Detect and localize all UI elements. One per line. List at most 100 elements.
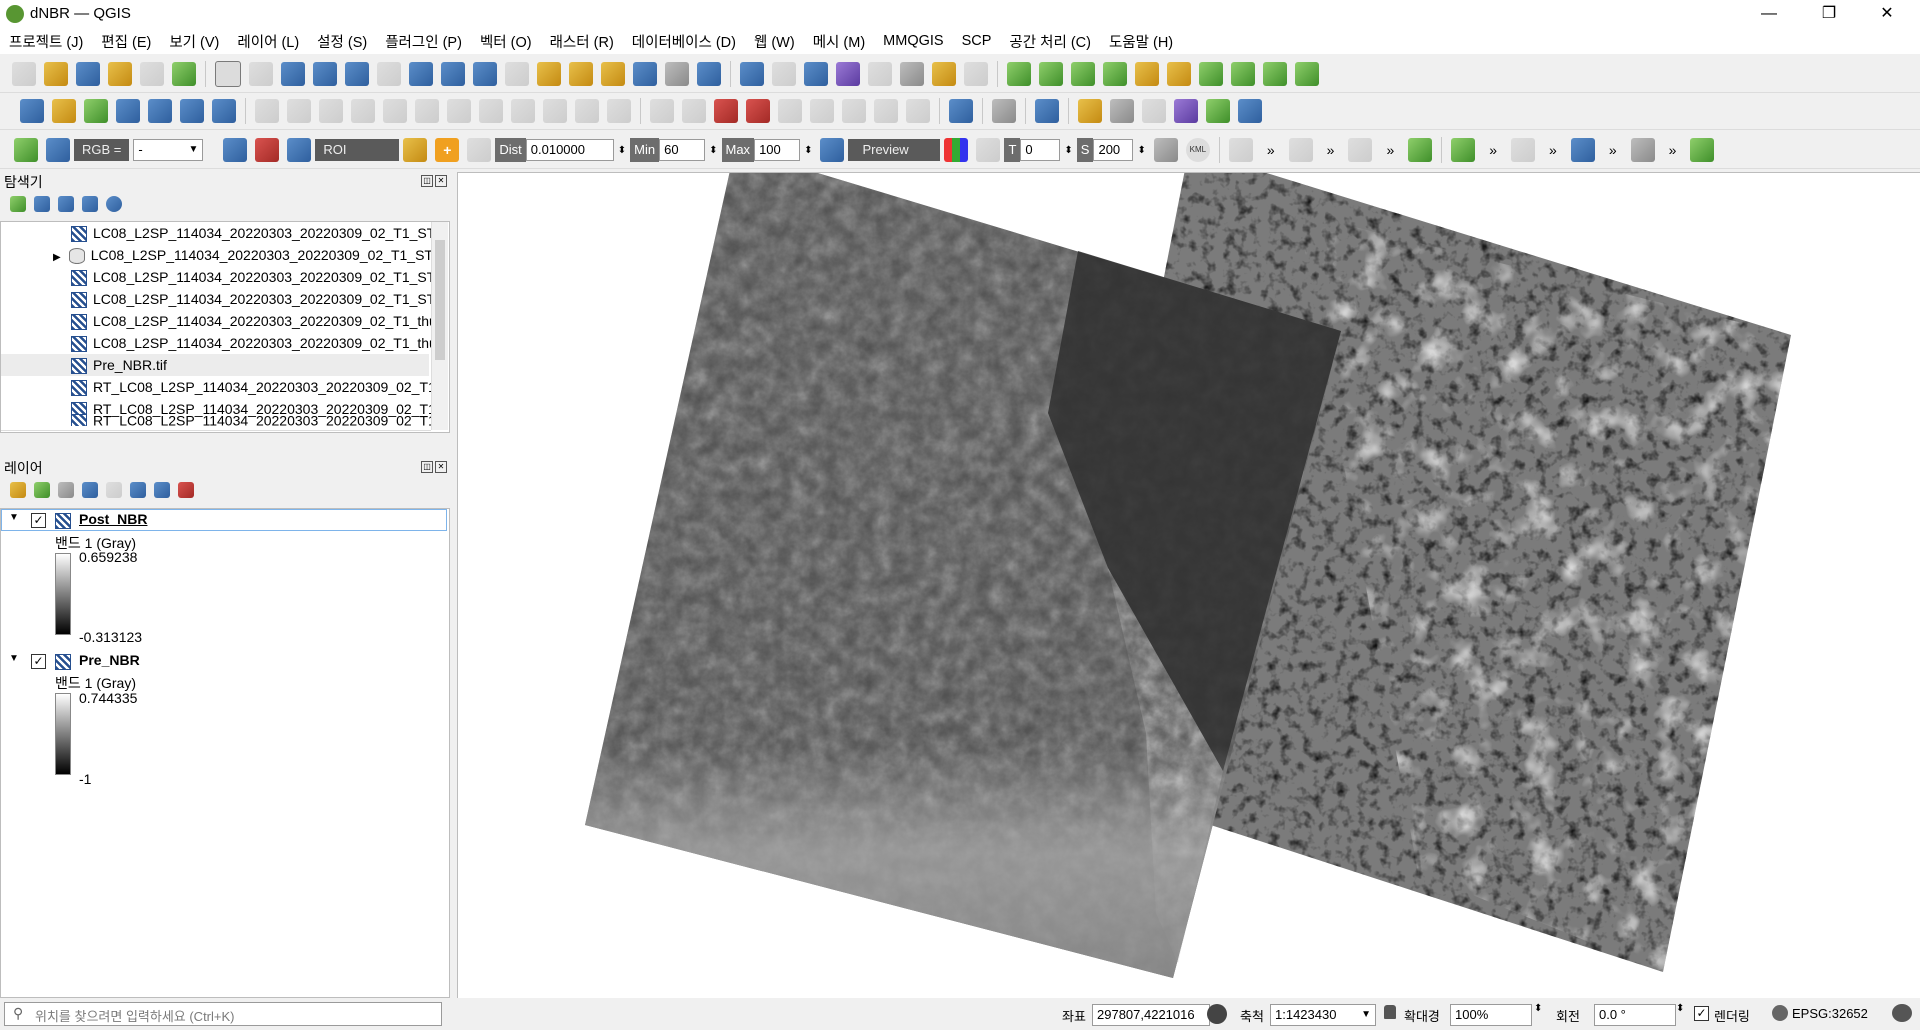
new-3d-map-icon[interactable] [569,62,593,86]
raster-calculator-icon[interactable] [1690,138,1715,162]
menu-help[interactable]: 도움말 (H) [1100,31,1182,52]
scp-t-input[interactable]: 0 [1020,139,1061,161]
scp-min-input[interactable]: 60 [659,139,706,161]
toolbar-overflow[interactable]: » [1549,142,1557,158]
browser-item[interactable]: LC08_L2SP_114034_20220303_20220309_02_T1… [71,266,443,288]
temporal-controller-icon[interactable] [665,62,689,86]
toolbar-overflow[interactable]: » [1267,142,1275,158]
messages-icon[interactable] [1892,1004,1912,1022]
scp-create-roi-icon[interactable] [403,138,428,162]
add-delimited-text-icon[interactable] [84,99,108,123]
spin-arrows-icon[interactable]: ⬍ [1534,1003,1542,1014]
show-hide-labels-icon[interactable] [810,99,834,123]
close-panel-icon[interactable]: ✕ [435,461,447,473]
close-button[interactable]: ✕ [1864,0,1910,28]
add-wms-layer-icon[interactable] [148,99,172,123]
filter-icon[interactable] [58,196,74,212]
profile-plot-icon[interactable] [1228,138,1253,162]
pan-icon[interactable] [215,61,241,87]
menu-mmqgis[interactable]: MMQGIS [874,33,952,49]
coordinate-field[interactable]: 297807,4221016 [1092,1004,1210,1026]
menu-edit[interactable]: 편집 (E) [92,31,160,52]
spin-arrows-icon[interactable]: ⬍ [804,145,812,156]
new-bookmark-icon[interactable] [601,62,625,86]
zoom-native-icon[interactable] [441,62,465,86]
redo-icon[interactable] [607,99,631,123]
menu-vector[interactable]: 벡터 (O) [471,31,541,52]
menu-scp[interactable]: SCP [953,33,1001,49]
layer-labeling-icon[interactable] [714,99,738,123]
earth-engine-icon[interactable] [1238,99,1262,123]
browser-item[interactable]: RT_LC08_L2SP_114034_20220303_20220309_02… [71,414,444,426]
annotation-icon[interactable] [1570,138,1595,162]
zoom-to-layer-icon[interactable] [409,62,433,86]
menu-processing[interactable]: 공간 처리 (C) [1000,31,1100,52]
toolbar-overflow[interactable]: » [1669,142,1677,158]
scp-rgb-combo[interactable]: - ▼ [133,139,204,161]
statistical-summary-icon[interactable] [836,62,860,86]
browser-item[interactable]: LC08_L2SP_114034_20220303_20220309_02_T1… [71,310,437,332]
save-edits-icon[interactable] [319,99,343,123]
expand-all-icon[interactable] [130,482,146,498]
zoom-in-icon[interactable] [281,62,305,86]
zoom-next-icon[interactable] [505,62,529,86]
filter-add-icon[interactable] [1263,62,1287,86]
map-canvas[interactable] [457,172,1920,1000]
db-manager-icon[interactable] [949,99,973,123]
manage-map-themes-icon[interactable] [58,482,74,498]
profile-tool-icon[interactable] [1007,62,1031,86]
scp-roi-toggle[interactable]: ROI [315,139,400,161]
layer-name[interactable]: Pre_NBR [79,652,140,668]
vertex-tool-icon[interactable] [383,99,407,123]
browser-item[interactable]: LC08_L2SP_114034_20220303_20220309_02_T1… [71,332,437,354]
scp-dist-input[interactable]: 0.010000 [525,139,614,161]
measure-line-icon[interactable] [900,62,924,86]
properties-icon[interactable] [106,196,122,212]
float-panel-icon[interactable]: ◫ [421,461,433,473]
spin-arrows-icon[interactable]: ⬍ [1064,145,1072,156]
globe-add-icon[interactable] [1199,62,1223,86]
refresh-icon[interactable] [697,62,721,86]
kml-icon[interactable]: KML [1185,138,1210,162]
scale-field[interactable]: 1:1423430 ▼ [1270,1004,1376,1026]
map-tips-icon[interactable] [932,62,956,86]
show-bookmarks-icon[interactable] [633,62,657,86]
paste-features-icon[interactable] [543,99,567,123]
locator-search-input[interactable]: ⚲ 위치를 찾으려면 입력하세요 (Ctrl+K) [4,1002,442,1026]
change-label-icon[interactable] [906,99,930,123]
modify-attributes-icon[interactable] [415,99,439,123]
toolbar-overflow[interactable]: » [1609,142,1617,158]
magnifier-field[interactable]: 100% [1450,1004,1532,1026]
zoom-to-selection-icon[interactable] [377,62,401,86]
scp-remove-temp-icon[interactable] [1153,138,1178,162]
crs-label[interactable]: EPSG:32652 [1792,1006,1868,1021]
menu-project[interactable]: 프로젝트 (J) [0,31,92,52]
label-toolbar-icon[interactable] [650,99,674,123]
profile-chart-icon[interactable] [1071,62,1095,86]
refresh-icon[interactable] [34,196,50,212]
rotate-label-icon[interactable] [874,99,898,123]
menu-web[interactable]: 웹 (W) [745,31,804,52]
menu-raster[interactable]: 래스터 (R) [541,31,623,52]
menu-settings[interactable]: 설정 (S) [308,31,376,52]
scp-add-roi-icon[interactable]: + [435,138,460,162]
style-manager-icon[interactable] [172,62,196,86]
globe-remove-icon[interactable] [1231,62,1255,86]
render-checkbox[interactable]: ✓ [1694,1006,1709,1021]
horizontal-scrollbar[interactable] [1,430,431,431]
scp-redo-roi-icon[interactable] [467,138,492,162]
profile-settings-icon[interactable] [1103,62,1127,86]
copy-features-icon[interactable] [511,99,535,123]
digitizing-icon[interactable] [1408,138,1433,162]
add-selected-layers-icon[interactable] [10,196,26,212]
toolbar-overflow[interactable]: » [1489,142,1497,158]
scp-classification-preview-icon[interactable] [944,138,969,162]
layers-tree[interactable]: ▼ ✓ Post_NBR 밴드 1 (Gray) 0.659238 -0.313… [0,508,450,998]
expand-arrow-icon[interactable]: ▶ [53,252,61,263]
minimize-button[interactable]: — [1746,0,1792,28]
advanced-digitizing-icon[interactable] [1511,138,1536,162]
snapping-icon[interactable] [1451,138,1476,162]
remove-layer-icon[interactable] [178,482,194,498]
new-map-view-icon[interactable] [537,62,561,86]
geometry-tools-icon[interactable] [1288,138,1313,162]
